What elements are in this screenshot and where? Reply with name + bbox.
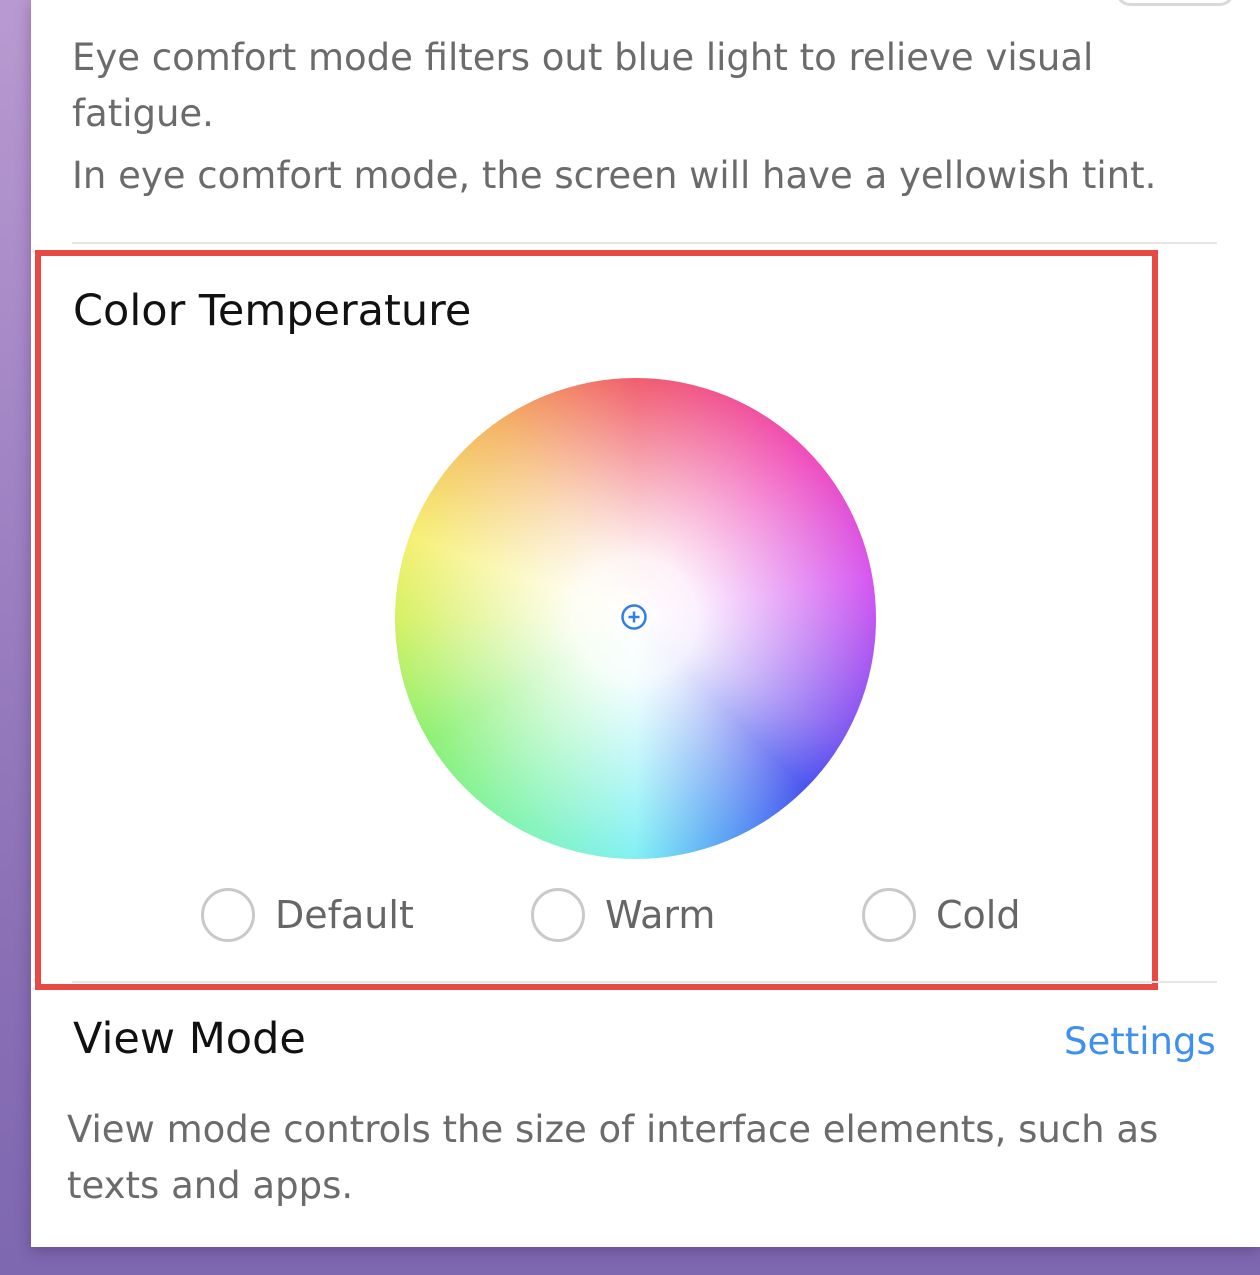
view-mode-settings-link[interactable]: Settings <box>1064 1020 1216 1063</box>
radio-default[interactable]: Default <box>201 888 414 942</box>
section-divider <box>72 981 1217 983</box>
eye-comfort-description: Eye comfort mode filters out blue light … <box>72 36 1094 135</box>
radio-label-cold: Cold <box>936 893 1021 937</box>
radio-label-warm: Warm <box>605 893 716 937</box>
radio-circle-warm[interactable] <box>531 888 585 942</box>
eye-comfort-toggle[interactable] <box>1116 0 1234 6</box>
view-mode-title: View Mode <box>73 1014 306 1064</box>
crosshair-plus-icon[interactable] <box>620 603 648 631</box>
radio-circle-cold[interactable] <box>862 888 916 942</box>
section-divider <box>72 242 1217 244</box>
radio-circle-default[interactable] <box>201 888 255 942</box>
radio-cold[interactable]: Cold <box>862 888 1020 942</box>
radio-label-default: Default <box>275 893 414 937</box>
eye-comfort-tint-note: In eye comfort mode, the screen will hav… <box>72 154 1157 197</box>
view-mode-description: View mode controls the size of interface… <box>67 1108 1159 1207</box>
radio-warm[interactable]: Warm <box>531 888 715 942</box>
color-temperature-title: Color Temperature <box>73 286 472 336</box>
